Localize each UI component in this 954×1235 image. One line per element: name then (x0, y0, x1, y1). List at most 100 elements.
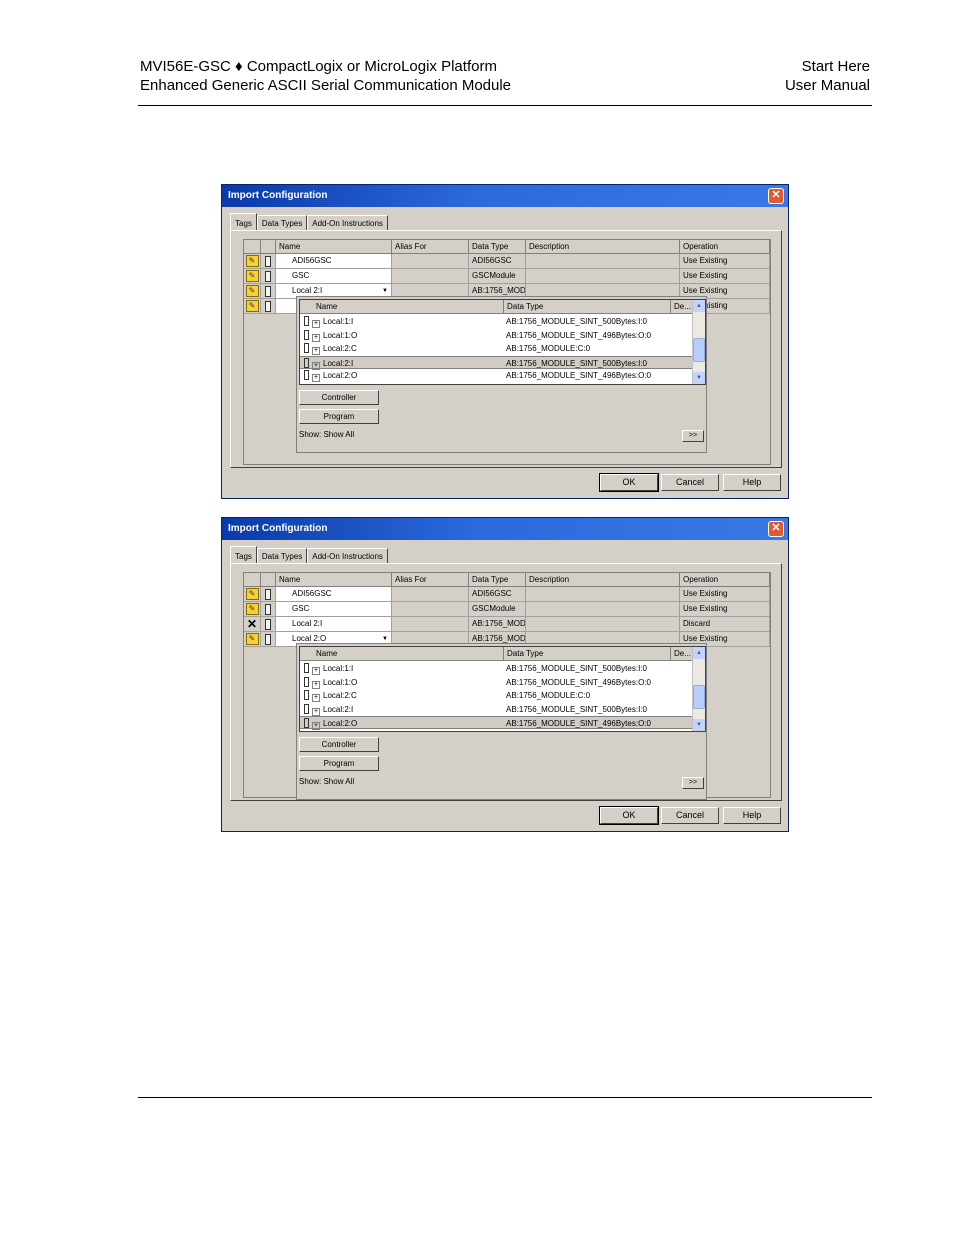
row-operation[interactable]: Use Existing (680, 602, 770, 617)
row-name[interactable]: ADI56GSC (276, 587, 392, 602)
tab-tags[interactable]: Tags (230, 213, 257, 231)
scroll-up-icon[interactable]: ▲ (693, 647, 705, 659)
ok-button[interactable]: OK (599, 473, 659, 492)
import-icon: ✎ (245, 270, 259, 282)
cancel-button[interactable]: Cancel (661, 474, 719, 491)
tab-data-types[interactable]: Data Types (256, 548, 308, 564)
grid-header-name[interactable]: Name (276, 573, 392, 587)
expand-icon[interactable]: + (312, 667, 320, 675)
tab-tags[interactable]: Tags (230, 546, 257, 564)
tag-browser-row[interactable]: + Local:1:O AB:1756_MODULE_SINT_496Bytes:O… (300, 676, 693, 689)
row-name[interactable]: ADI56GSC (276, 254, 392, 269)
help-button[interactable]: Help (723, 807, 781, 824)
grid-row[interactable]: ✎ GSC GSCModule Use Existing (244, 269, 770, 284)
expand-icon[interactable]: + (312, 680, 320, 689)
grid-header-name[interactable]: Name (276, 240, 392, 254)
expand-icon[interactable]: + (312, 320, 320, 328)
more-options-button[interactable]: >> (682, 777, 704, 789)
expand-icon[interactable]: + (312, 347, 320, 355)
tag-browser-row[interactable]: + Local:2:C AB:1756_MODULE:C:0 (300, 689, 693, 702)
tag-icon (265, 286, 271, 297)
row-operation[interactable]: Use Existing (680, 587, 770, 602)
tag-browser-row[interactable]: + Local:2:I AB:1756_MODULE_SINT_500Bytes:I… (300, 355, 693, 370)
cancel-button[interactable]: Cancel (661, 807, 719, 824)
grid-header: Name Alias For Data Type Description Operati… (244, 240, 770, 254)
row-data-type: ADI56GSC (469, 587, 526, 602)
import-configuration-dialog: Import Configuration ✕ Tags Data Types Add-O… (221, 517, 789, 832)
scroll-thumb[interactable] (693, 338, 705, 362)
row-operation[interactable]: Use Existing (680, 254, 770, 269)
tag-browser-row[interactable]: + Local:2:I AB:1756_MODULE_SINT_500Bytes:I… (300, 703, 693, 716)
tag-browser-row[interactable]: + Local:2:O AB:1756_MODULE_SINT_496Bytes:O… (300, 369, 693, 382)
tag-browser-row[interactable]: + Local:1:I AB:1756_MODULE_SINT_500Bytes:I… (300, 662, 693, 675)
scroll-up-icon[interactable]: ▲ (693, 300, 705, 312)
row-operation[interactable]: Use Existing (680, 269, 770, 284)
tab-strip: Tags Data Types Add-On Instructions (230, 546, 388, 564)
tag-browser-header-description[interactable]: De... (671, 300, 693, 314)
more-options-button[interactable]: >> (682, 430, 704, 442)
tag-icon (265, 301, 271, 312)
grid-row[interactable]: ✕ Local 2:I AB:1756_MOD Discard (244, 617, 770, 632)
expand-icon[interactable]: + (312, 694, 320, 702)
tag-browser-row-name: Local:1:O (323, 330, 358, 340)
close-icon[interactable]: ✕ (768, 521, 784, 537)
expand-icon[interactable]: + (312, 707, 320, 716)
program-scope-button[interactable]: Program (299, 409, 379, 424)
tab-add-on-instructions[interactable]: Add-On Instructions (307, 215, 388, 231)
import-configuration-dialog: Import Configuration ✕ Tags Data Types Add-O… (221, 184, 789, 499)
tag-browser-scrollbar[interactable]: ▲ ▼ (692, 300, 705, 384)
tab-data-types[interactable]: Data Types (256, 215, 308, 231)
tab-add-on-instructions[interactable]: Add-On Instructions (307, 548, 388, 564)
program-scope-button[interactable]: Program (299, 756, 379, 771)
expand-icon[interactable]: + (312, 374, 320, 382)
ok-button[interactable]: OK (599, 806, 659, 825)
tag-browser-scrollbar[interactable]: ▲ ▼ (692, 647, 705, 731)
scroll-down-icon[interactable]: ▼ (693, 719, 705, 731)
scroll-down-icon[interactable]: ▼ (693, 372, 705, 384)
grid-header-data-type[interactable]: Data Type (469, 573, 526, 587)
grid-header-alias-for[interactable]: Alias For (392, 573, 469, 587)
help-button[interactable]: Help (723, 474, 781, 491)
tag-browser-row[interactable]: + Local:1:I AB:1756_MODULE_SINT_500Bytes:I… (300, 315, 693, 328)
row-status-cell: ✕ (244, 617, 261, 632)
grid-header-alias-for[interactable]: Alias For (392, 240, 469, 254)
grid-header-description[interactable]: Description (526, 573, 680, 587)
row-name[interactable]: GSC (276, 602, 392, 617)
tag-icon (304, 370, 309, 380)
row-description (526, 587, 680, 602)
discard-icon: ✕ (246, 617, 258, 631)
grid-header-operation[interactable]: Operation (680, 240, 770, 254)
row-operation[interactable]: Discard (680, 617, 770, 632)
close-icon[interactable]: ✕ (768, 188, 784, 204)
row-tag-cell (261, 269, 276, 284)
grid-header-data-type[interactable]: Data Type (469, 240, 526, 254)
controller-scope-button[interactable]: Controller (299, 390, 379, 405)
grid-row[interactable]: ✎ ADI56GSC ADI56GSC Use Existing (244, 587, 770, 602)
tag-browser-header-name[interactable]: Name (300, 300, 504, 314)
tags-grid: Name Alias For Data Type Description Operati… (243, 239, 771, 465)
row-status-cell: ✎ (244, 284, 261, 299)
tag-browser-header-name[interactable]: Name (300, 647, 504, 661)
grid-row[interactable]: ✎ GSC GSCModule Use Existing (244, 602, 770, 617)
tag-icon (265, 604, 271, 615)
controller-scope-button[interactable]: Controller (299, 737, 379, 752)
tag-browser-header-data-type[interactable]: Data Type (504, 647, 671, 661)
row-data-type: GSCModule (469, 602, 526, 617)
tag-browser-row[interactable]: + Local:1:O AB:1756_MODULE_SINT_496Bytes:O… (300, 329, 693, 342)
header-title-line1: MVI56E-GSC ♦ CompactLogix or MicroLogix … (140, 58, 497, 75)
grid-row[interactable]: ✎ ADI56GSC ADI56GSC Use Existing (244, 254, 770, 269)
scroll-thumb[interactable] (693, 685, 705, 709)
expand-icon[interactable]: + (312, 333, 320, 342)
row-alias (392, 617, 469, 632)
tag-browser-header-data-type[interactable]: Data Type (504, 300, 671, 314)
tag-browser-row[interactable]: + Local:2:O AB:1756_MODULE_SINT_496Bytes:O… (300, 716, 693, 730)
grid-header-operation[interactable]: Operation (680, 573, 770, 587)
grid-header-description[interactable]: Description (526, 240, 680, 254)
expand-icon[interactable]: + (312, 722, 320, 730)
row-name[interactable]: Local 2:I (276, 617, 392, 632)
tag-browser-row[interactable]: + Local:2:C AB:1756_MODULE:C:0 (300, 342, 693, 355)
row-tag-cell (261, 602, 276, 617)
chevron-down-icon[interactable]: ▼ (380, 286, 390, 296)
row-name[interactable]: GSC (276, 269, 392, 284)
tag-browser-header-description[interactable]: De... (671, 647, 693, 661)
